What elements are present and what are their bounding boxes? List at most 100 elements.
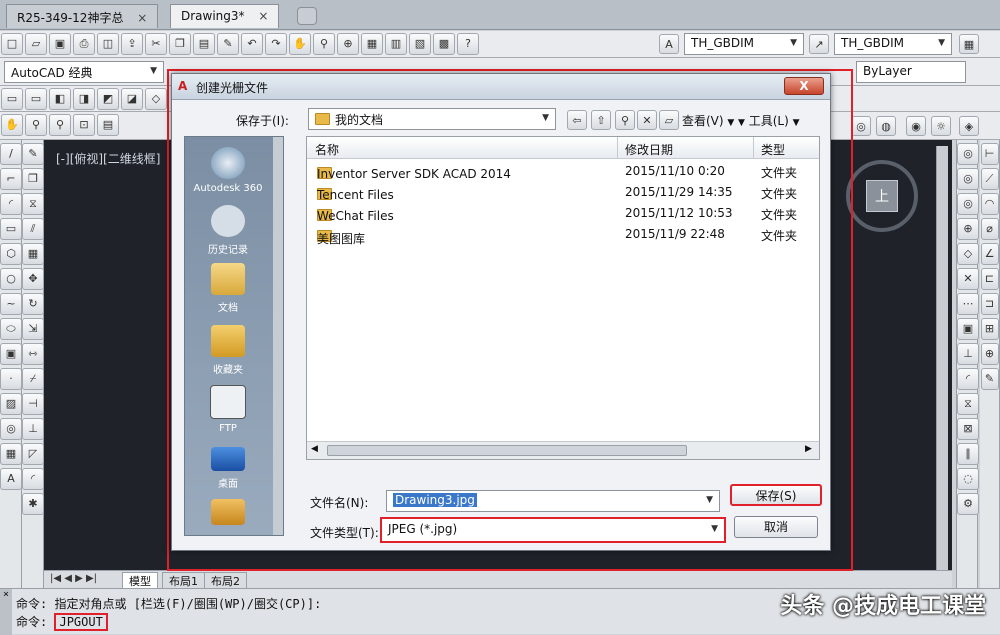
snap-settings-icon[interactable]: ⚙ — [957, 493, 979, 515]
layer-combo[interactable]: ByLayer — [856, 61, 966, 83]
pan-icon[interactable]: ✋ — [289, 33, 311, 55]
column-type[interactable]: 类型 — [761, 141, 785, 158]
scroll-left-icon[interactable]: ◀ — [311, 444, 318, 454]
hatch-icon[interactable]: ▨ — [0, 393, 22, 415]
design-center-icon[interactable]: ▥ — [385, 33, 407, 55]
dim-linear-icon[interactable]: ⊢ — [980, 143, 999, 165]
region-icon[interactable]: ◎ — [0, 418, 22, 440]
dim-style-combo[interactable]: TH_GBDIM ▼ — [834, 33, 952, 55]
trim-icon[interactable]: ⌿ — [22, 368, 44, 390]
place-documents[interactable]: 文档 — [185, 263, 271, 314]
extend-icon[interactable]: ⊣ — [22, 393, 44, 415]
list-item[interactable]: WeChat Files 2015/11/12 10:53 文件夹 — [307, 203, 819, 224]
up-folder-icon[interactable]: ⇧ — [591, 110, 611, 130]
dim-angular-icon[interactable]: ∠ — [980, 243, 999, 265]
dialog-close-button[interactable]: X — [784, 77, 824, 95]
snap-extension-icon[interactable]: ⋯ — [957, 293, 979, 315]
copy-object-icon[interactable]: ❐ — [22, 168, 44, 190]
vertical-scrollbar[interactable] — [936, 146, 948, 570]
zoom-icon[interactable]: ⚲ — [313, 33, 335, 55]
scroll-right-icon[interactable]: ▶ — [805, 444, 812, 454]
iso-view-icon[interactable]: ◇ — [145, 88, 167, 110]
open-icon[interactable]: ▱ — [25, 33, 47, 55]
fillet-icon[interactable]: ◜ — [22, 468, 44, 490]
shade-icon[interactable]: ◍ — [876, 116, 896, 136]
spline-icon[interactable]: ~ — [0, 293, 22, 315]
close-icon[interactable]: × — [258, 9, 268, 23]
snap-perpendicular-icon[interactable]: ⊥ — [957, 343, 979, 365]
orbit-icon[interactable]: ✋ — [1, 114, 23, 136]
calc-icon[interactable]: ▩ — [433, 33, 455, 55]
filetype-combo[interactable]: JPEG (*.jpg) ▼ — [380, 517, 726, 543]
erase-icon[interactable]: ✎ — [22, 143, 44, 165]
zoom-extents-icon[interactable]: ⊡ — [73, 114, 95, 136]
filename-input[interactable]: Drawing3.jpg ▼ — [386, 490, 720, 512]
render-icon[interactable]: ◉ — [906, 116, 926, 136]
camera-icon[interactable]: ◈ — [959, 116, 979, 136]
column-date[interactable]: 修改日期 — [625, 141, 673, 158]
workspace-combo[interactable]: AutoCAD 经典 ▼ — [4, 61, 164, 83]
view-bottom-icon[interactable]: ▭ — [25, 88, 47, 110]
explode-icon[interactable]: ✱ — [22, 493, 44, 515]
copy-icon[interactable]: ❐ — [169, 33, 191, 55]
circle-icon[interactable]: ○ — [0, 268, 22, 290]
match-icon[interactable]: ✎ — [217, 33, 239, 55]
viewport-label[interactable]: [-][俯视][二维线框] — [56, 150, 160, 167]
mtext-icon[interactable]: A — [0, 468, 22, 490]
command-line-close-icon[interactable]: × — [0, 589, 12, 635]
zoom-window-icon[interactable]: ⊕ — [337, 33, 359, 55]
polyline-icon[interactable]: ⌐ — [0, 168, 22, 190]
print-icon[interactable]: ⎙ — [73, 33, 95, 55]
view-front-icon[interactable]: ◩ — [97, 88, 119, 110]
view-top-icon[interactable]: ▭ — [1, 88, 23, 110]
polygon-icon[interactable]: ⬡ — [0, 243, 22, 265]
save-in-combo[interactable]: 我的文档 ▼ — [308, 108, 556, 130]
save-icon[interactable]: ▣ — [49, 33, 71, 55]
center-mark-icon[interactable]: ⊕ — [980, 343, 999, 365]
paste-icon[interactable]: ▤ — [193, 33, 215, 55]
new-folder-icon[interactable]: ▱ — [659, 110, 679, 130]
mirror-icon[interactable]: ⧖ — [22, 193, 44, 215]
snap-nearest-icon[interactable]: ⧖ — [957, 393, 979, 415]
snap-midpoint-icon[interactable]: ◎ — [957, 168, 979, 190]
block-icon[interactable]: ▣ — [0, 343, 22, 365]
ellipse-icon[interactable]: ⬭ — [0, 318, 22, 340]
array-icon[interactable]: ▦ — [22, 243, 44, 265]
dim-style-icon[interactable]: ↗ — [809, 34, 829, 54]
snap-center-icon[interactable]: ◎ — [957, 193, 979, 215]
snap-node-icon[interactable]: ⊕ — [957, 218, 979, 240]
snap-insert-icon[interactable]: ▣ — [957, 318, 979, 340]
layer-manager-icon[interactable]: ▤ — [97, 114, 119, 136]
table-style-icon[interactable]: ▦ — [959, 34, 979, 54]
rectangle-icon[interactable]: ▭ — [0, 218, 22, 240]
view-left-icon[interactable]: ◧ — [49, 88, 71, 110]
palette-icon[interactable]: ▧ — [409, 33, 431, 55]
place-history[interactable]: 历史记录 — [185, 205, 271, 256]
tab-drawing3[interactable]: Drawing3* × — [170, 4, 280, 28]
dim-continue-icon[interactable]: ⊐ — [980, 293, 999, 315]
tools-menu[interactable]: ▼ 工具(L) ▼ — [738, 112, 800, 129]
cancel-button[interactable]: 取消 — [734, 516, 818, 538]
rotate-icon[interactable]: ↻ — [22, 293, 44, 315]
command-input-line[interactable]: 命令: JPGOUT — [16, 613, 108, 631]
snap-tangent-icon[interactable]: ◜ — [957, 368, 979, 390]
stretch-icon[interactable]: ⇿ — [22, 343, 44, 365]
zoom-previous-icon[interactable]: ⚲ — [49, 114, 71, 136]
dim-aligned-icon[interactable]: ⟋ — [980, 168, 999, 190]
chamfer-icon[interactable]: ◸ — [22, 443, 44, 465]
light-icon[interactable]: ☼ — [931, 116, 951, 136]
tab-document-1[interactable]: R25-349-12神字总 × — [6, 4, 159, 28]
text-style-icon[interactable]: A — [659, 34, 679, 54]
cut-icon[interactable]: ✂ — [145, 33, 167, 55]
place-buzzsaw[interactable] — [185, 499, 271, 529]
close-icon[interactable]: × — [137, 11, 147, 25]
layout-nav-arrows[interactable]: |◀ ◀ ▶ ▶| — [50, 573, 97, 584]
view-back-icon[interactable]: ◪ — [121, 88, 143, 110]
scale-icon[interactable]: ⇲ — [22, 318, 44, 340]
text-style-combo[interactable]: TH_GBDIM ▼ — [684, 33, 804, 55]
offset-icon[interactable]: ⫽ — [22, 218, 44, 240]
list-item[interactable]: Tencent Files 2015/11/29 14:35 文件夹 — [307, 182, 819, 203]
dim-baseline-icon[interactable]: ⊏ — [980, 268, 999, 290]
dim-diameter-icon[interactable]: ⌀ — [980, 218, 999, 240]
places-scrollbar[interactable] — [273, 137, 283, 535]
